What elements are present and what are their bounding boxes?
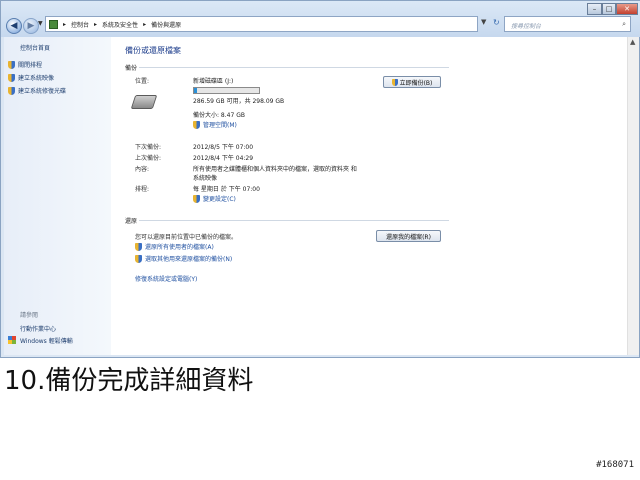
uac-shield-icon (135, 242, 142, 251)
select-other-backup-link[interactable]: 選取其他用來還原檔案的備份(N) (135, 254, 232, 263)
sidebar-item-label: 建立系統映像 (18, 75, 55, 82)
restore-my-files-button[interactable]: 還原我的檔案(R) (376, 230, 441, 242)
backup-now-button[interactable]: 立即備份(B) (383, 76, 441, 88)
recover-system-link[interactable]: 修復系統設定或電腦(Y) (135, 274, 197, 283)
see-also-heading: 請參閱 (20, 312, 39, 319)
last-backup-label: 上次備份: (135, 155, 162, 162)
change-settings-link[interactable]: 變更設定(C) (193, 194, 236, 203)
uac-shield-icon (8, 73, 15, 82)
recover-system-label: 修復系統設定或電腦(Y) (135, 276, 198, 283)
refresh-icon[interactable]: ↻ (493, 18, 500, 27)
change-settings-label: 變更設定(C) (203, 196, 236, 203)
sidebar-item-action-center[interactable]: 行動作業中心 (20, 324, 56, 333)
uac-shield-icon (391, 78, 398, 86)
chevron-right-icon: ▸ (94, 20, 98, 28)
sidebar-item-create-system-image[interactable]: 建立系統映像 (8, 73, 54, 82)
address-bar: ◀ ▶ ▼ ▸ 控制台 ▸ 系統及安全性 ▸ 備份與還原 ▼ ↻ 搜尋控制台 ⌕ (1, 1, 640, 37)
disk-usage-fill (194, 88, 197, 93)
contents-value: 所有使用者之媒體櫃和個人資料夾中的檔案，選取的資料夾 和 (193, 166, 357, 173)
search-input[interactable]: 搜尋控制台 ⌕ (504, 16, 631, 32)
control-panel-window: ◀ ▶ ▼ ▸ 控制台 ▸ 系統及安全性 ▸ 備份與還原 ▼ ↻ 搜尋控制台 ⌕… (0, 0, 640, 358)
uac-shield-icon (135, 254, 142, 263)
sidebar: 控制台首頁 關閉排程 建立系統映像 建立系統修復光碟 請參閱 行動作業中心 Wi… (4, 37, 111, 355)
sidebar-item-create-repair-disc[interactable]: 建立系統修復光碟 (8, 86, 66, 95)
page-title: 備份或還原檔案 (125, 46, 181, 55)
next-backup-label: 下次備份: (135, 144, 162, 151)
chevron-right-icon: ▸ (63, 20, 67, 28)
backup-size: 備份大小: 8.47 GB (193, 112, 245, 119)
sidebar-item-turn-off-schedule[interactable]: 關閉排程 (8, 60, 42, 69)
sidebar-item-windows-easy-transfer[interactable]: Windows 輕鬆傳輸 (20, 336, 73, 345)
address-dropdown-icon[interactable]: ▼ (481, 18, 486, 26)
backup-section-label: 備份 (125, 65, 138, 72)
main-content: 備份或還原檔案 備份 位置: 新增磁碟區 (J:) 286.59 GB 可用，共… (111, 37, 627, 355)
vertical-scrollbar[interactable]: ▲ (627, 37, 639, 355)
windows-flag-icon (8, 336, 16, 344)
chevron-right-icon: ▸ (143, 20, 147, 28)
forward-button[interactable]: ▶ (23, 18, 39, 34)
disk-usage-text: 286.59 GB 可用，共 298.09 GB (193, 98, 285, 105)
next-backup-value: 2012/8/5 下午 07:00 (193, 144, 254, 151)
schedule-label: 排程: (135, 186, 150, 193)
restore-section-label: 還原 (125, 218, 138, 225)
slide-caption: 10.備份完成詳細資料 (4, 366, 254, 396)
disk-usage-bar (193, 87, 260, 94)
sidebar-item-label: 建立系統修復光碟 (18, 88, 67, 95)
breadcrumb-item-control-panel[interactable]: 控制台 (71, 20, 89, 29)
manage-space-link[interactable]: 管理空間(M) (193, 120, 237, 129)
uac-shield-icon (193, 120, 200, 129)
hard-drive-icon (130, 95, 158, 109)
control-panel-icon (49, 19, 58, 29)
uac-shield-icon (193, 194, 200, 203)
sidebar-item-label: 關閉排程 (18, 62, 43, 69)
recent-pages-dropdown-icon[interactable]: ▼ (38, 20, 43, 27)
minimize-button[interactable]: – (587, 3, 602, 15)
uac-shield-icon (8, 86, 15, 95)
restore-my-files-label: 還原我的檔案(R) (386, 233, 431, 241)
close-button[interactable]: ✕ (616, 3, 638, 15)
select-other-backup-label: 選取其他用來還原檔案的備份(N) (145, 256, 233, 263)
maximize-button[interactable]: □ (602, 3, 616, 15)
restore-all-users-label: 還原所有使用者的檔案(A) (145, 244, 214, 251)
restore-description: 您可以還原目前位置中已備份的檔案。 (135, 234, 238, 241)
location-label: 位置: (135, 78, 150, 85)
search-icon[interactable]: ⌕ (622, 20, 626, 29)
contents-label: 內容: (135, 166, 150, 173)
contents-value-continued: 系統映像 (193, 175, 218, 182)
search-placeholder: 搜尋控制台 (511, 23, 542, 30)
last-backup-value: 2012/8/4 下午 04:29 (193, 155, 254, 162)
sidebar-item-control-panel-home[interactable]: 控制台首頁 (20, 43, 50, 52)
section-divider (139, 67, 449, 68)
backup-now-label: 立即備份(B) (399, 79, 433, 87)
watermark: #168071 (596, 460, 634, 470)
restore-all-users-link[interactable]: 還原所有使用者的檔案(A) (135, 242, 214, 251)
scroll-up-icon[interactable]: ▲ (630, 38, 635, 46)
location-value: 新增磁碟區 (J:) (193, 78, 234, 85)
uac-shield-icon (8, 60, 15, 69)
breadcrumb-item-backup-restore[interactable]: 備份與還原 (151, 20, 181, 29)
schedule-value: 每 星期日 於 下午 07:00 (193, 186, 260, 193)
breadcrumb-item-system-security[interactable]: 系統及安全性 (102, 20, 138, 29)
breadcrumb[interactable]: ▸ 控制台 ▸ 系統及安全性 ▸ 備份與還原 (45, 16, 478, 32)
manage-space-label: 管理空間(M) (203, 122, 237, 129)
back-button[interactable]: ◀ (6, 18, 22, 34)
section-divider (139, 220, 449, 221)
